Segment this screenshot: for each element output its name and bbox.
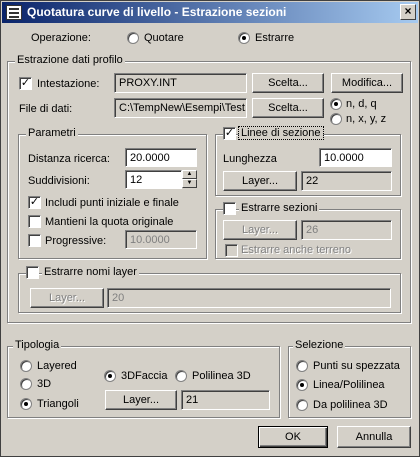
data-file-select-button[interactable]: Scelta...: [252, 98, 324, 118]
typology-group-label: Tipologia: [13, 339, 62, 351]
profile-group-label: Estrazione dati profilo: [15, 54, 125, 66]
radio-polyline3d[interactable]: [175, 370, 187, 382]
section-lines-label[interactable]: Linee di sezione: [238, 126, 324, 140]
extract-sections-checkbox[interactable]: [223, 202, 236, 215]
extract-terrain-checkbox[interactable]: [225, 244, 238, 257]
dialog-window: Quotatura curve di livello - Estrazione …: [0, 0, 420, 457]
cancel-button[interactable]: Annulla: [337, 426, 411, 448]
radio-format-ndq[interactable]: [330, 98, 342, 110]
layer-names-layer-button[interactable]: Layer...: [30, 288, 104, 308]
subdivisions-label: Suddivisioni:: [28, 175, 90, 187]
section-lines-layer-field: 22: [301, 171, 392, 191]
radio-format-nxyz[interactable]: [330, 113, 342, 125]
radio-extract-label[interactable]: Estrarre: [255, 31, 294, 45]
include-points-checkbox[interactable]: ✓: [28, 196, 41, 209]
radio-3d[interactable]: [20, 378, 32, 390]
radio-line-polyline-label[interactable]: Linea/Polilinea: [313, 378, 385, 392]
radio-quote-label[interactable]: Quotare: [144, 31, 184, 45]
radio-3d-label[interactable]: 3D: [37, 377, 51, 391]
extract-sections-label[interactable]: Estrarre sezioni: [239, 202, 320, 214]
selection-group-label: Selezione: [293, 339, 346, 351]
radio-format-nxyz-label[interactable]: n, x, y, z: [346, 112, 386, 126]
header-label: Intestazione:: [37, 78, 100, 90]
radio-3dface[interactable]: [104, 370, 116, 382]
subdivisions-spinner[interactable]: ▲ ▼: [182, 170, 197, 188]
layer-names-label[interactable]: Estrarre nomi layer: [42, 266, 139, 278]
header-field[interactable]: PROXY.INT: [114, 73, 247, 93]
progressive-label[interactable]: Progressive:: [45, 234, 106, 248]
include-points-label[interactable]: Includi punti iniziale e finale: [45, 196, 179, 210]
length-label: Lunghezza: [223, 153, 277, 165]
keep-height-label[interactable]: Mantieni la quota originale: [45, 215, 173, 229]
params-group-label: Parametri: [26, 127, 78, 139]
typology-layer-field: 21: [181, 390, 270, 410]
typology-layer-button[interactable]: Layer...: [105, 390, 177, 410]
radio-format-ndq-label[interactable]: n, d, q: [346, 97, 377, 111]
extract-sections-layer-button[interactable]: Layer...: [223, 220, 297, 240]
radio-triangles-label[interactable]: Triangoli: [37, 397, 79, 411]
radio-layered[interactable]: [20, 360, 32, 372]
layer-names-layer-field: 20: [107, 288, 391, 308]
operation-label: Operazione:: [31, 32, 91, 44]
length-input[interactable]: 10.0000: [319, 148, 392, 167]
extract-sections-layer-field: 26: [301, 220, 392, 240]
subdivisions-input[interactable]: 12: [125, 170, 182, 189]
radio-line-polyline[interactable]: [296, 379, 308, 391]
progressive-checkbox[interactable]: [28, 234, 41, 247]
keep-height-checkbox[interactable]: [28, 215, 41, 228]
header-checkbox[interactable]: ✓: [19, 77, 32, 90]
radio-extract[interactable]: [238, 32, 250, 44]
ok-button[interactable]: OK: [258, 426, 328, 448]
modify-button[interactable]: Modifica...: [331, 73, 403, 93]
progressive-input[interactable]: 10.0000: [125, 230, 197, 249]
radio-3dface-label[interactable]: 3DFaccia: [121, 369, 167, 383]
radio-points-on-polyline-label[interactable]: Punti su spezzata: [313, 359, 400, 373]
radio-from-polyline3d[interactable]: [296, 399, 308, 411]
radio-polyline3d-label[interactable]: Polilinea 3D: [192, 369, 251, 383]
section-lines-layer-button[interactable]: Layer...: [223, 171, 297, 191]
window-title: Quotatura curve di livello - Estrazione …: [27, 5, 287, 19]
search-distance-label: Distanza ricerca:: [28, 153, 110, 165]
close-button[interactable]: ×: [400, 4, 416, 20]
radio-triangles[interactable]: [20, 398, 32, 410]
spin-down-icon[interactable]: ▼: [182, 179, 197, 188]
radio-from-polyline3d-label[interactable]: Da polilinea 3D: [313, 398, 388, 412]
radio-points-on-polyline[interactable]: [296, 360, 308, 372]
radio-quote[interactable]: [127, 32, 139, 44]
spin-up-icon[interactable]: ▲: [182, 170, 197, 179]
app-icon: [6, 5, 22, 20]
header-select-button[interactable]: Scelta...: [252, 73, 324, 93]
extract-terrain-label[interactable]: Estrarre anche terreno: [241, 243, 351, 257]
section-lines-checkbox[interactable]: ✓: [223, 127, 236, 140]
search-distance-input[interactable]: 20.0000: [125, 148, 197, 167]
data-file-label: File di dati:: [19, 103, 73, 115]
title-bar: Quotatura curve di livello - Estrazione …: [2, 2, 418, 23]
layer-names-checkbox[interactable]: [26, 266, 39, 279]
radio-layered-label[interactable]: Layered: [37, 359, 77, 373]
data-file-field[interactable]: C:\TempNew\Esempi\Test.: [114, 98, 247, 118]
